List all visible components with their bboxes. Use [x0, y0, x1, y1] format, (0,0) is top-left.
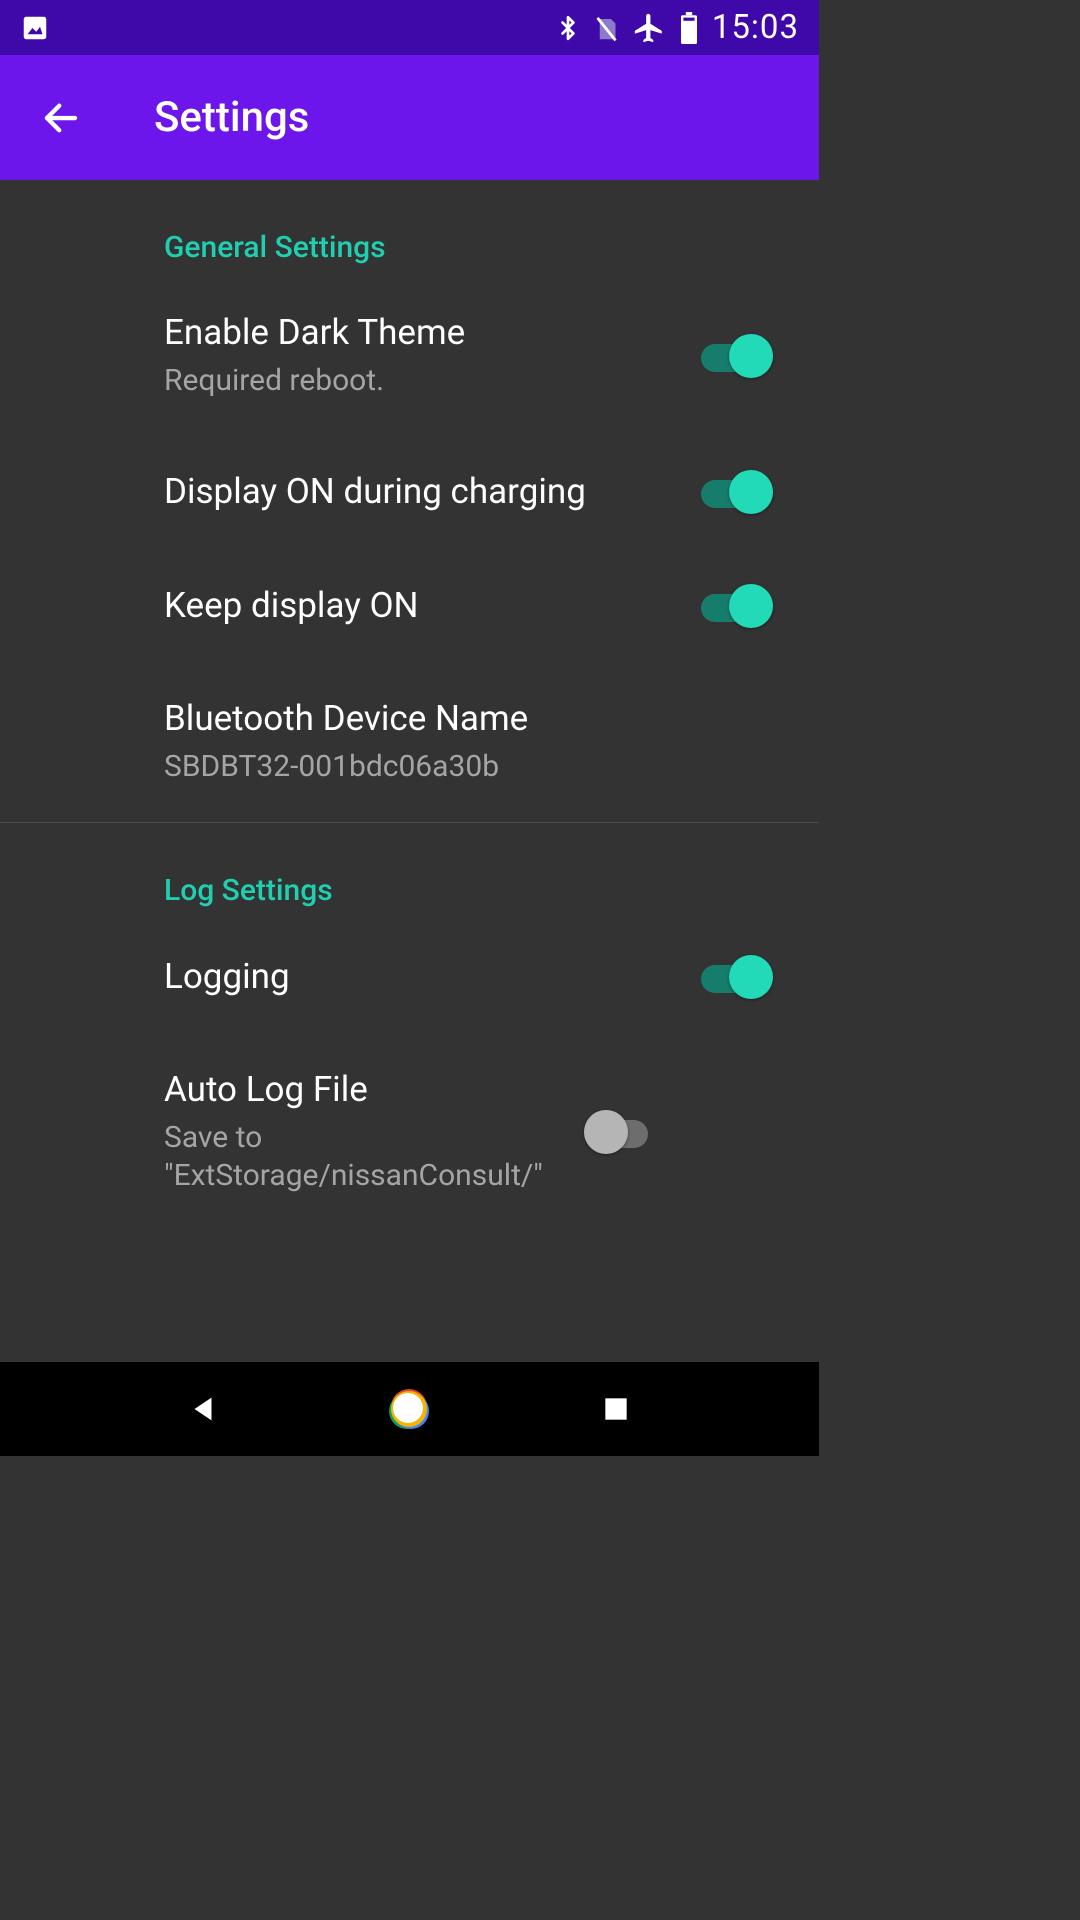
- android-status-bar: 15:03: [0, 0, 819, 55]
- app-bar: Settings: [0, 55, 819, 180]
- no-sim-icon: [593, 12, 620, 44]
- row-title: Bluetooth Device Name: [164, 698, 773, 740]
- toggle-thumb: [584, 1110, 628, 1154]
- toggle-auto-log-file[interactable]: [584, 1110, 656, 1154]
- row-text: Bluetooth Device Name SBDBT32-001bdc06a3…: [164, 698, 773, 786]
- row-title: Auto Log File: [164, 1069, 584, 1111]
- section-header-log: Log Settings: [0, 873, 819, 920]
- row-text: Auto Log File Save to "ExtStorage/nissan…: [164, 1069, 584, 1196]
- android-nav-bar: [0, 1362, 819, 1456]
- row-title: Enable Dark Theme: [164, 312, 701, 354]
- battery-icon: [678, 12, 700, 44]
- row-keep-display-on[interactable]: Keep display ON: [0, 549, 819, 663]
- toggle-logging[interactable]: [701, 955, 773, 999]
- row-logging[interactable]: Logging: [0, 920, 819, 1034]
- arrow-left-icon: [40, 97, 82, 139]
- row-title: Display ON during charging: [164, 471, 701, 513]
- settings-content: General Settings Enable Dark Theme Requi…: [0, 180, 819, 1362]
- home-icon: [389, 1389, 429, 1429]
- nav-recents-button[interactable]: [576, 1369, 656, 1449]
- page-title: Settings: [154, 93, 309, 142]
- toggle-keep-display-on[interactable]: [701, 584, 773, 628]
- row-title: Keep display ON: [164, 585, 701, 627]
- row-display-on-charging[interactable]: Display ON during charging: [0, 435, 819, 549]
- airplane-mode-icon: [632, 11, 666, 45]
- row-auto-log-file[interactable]: Auto Log File Save to "ExtStorage/nissan…: [0, 1034, 819, 1231]
- status-right-group: 15:03: [555, 8, 799, 47]
- row-subtitle: Save to "ExtStorage/nissanConsult/": [164, 1119, 584, 1196]
- bluetooth-icon: [555, 11, 581, 45]
- back-button[interactable]: [40, 97, 82, 139]
- row-bluetooth-device-name[interactable]: Bluetooth Device Name SBDBT32-001bdc06a3…: [0, 663, 819, 821]
- square-recents-icon: [600, 1393, 632, 1425]
- toggle-dark-theme[interactable]: [701, 334, 773, 378]
- row-title: Logging: [164, 956, 701, 998]
- status-left-group: [20, 13, 50, 43]
- nav-home-button[interactable]: [369, 1369, 449, 1449]
- triangle-back-icon: [186, 1390, 220, 1428]
- row-text: Display ON during charging: [164, 471, 701, 513]
- row-text: Logging: [164, 956, 701, 998]
- toggle-thumb: [729, 334, 773, 378]
- nav-back-button[interactable]: [163, 1369, 243, 1449]
- toggle-thumb: [729, 584, 773, 628]
- row-subtitle: SBDBT32-001bdc06a30b: [164, 748, 773, 786]
- toggle-display-on-charging[interactable]: [701, 470, 773, 514]
- row-text: Enable Dark Theme Required reboot.: [164, 312, 701, 400]
- row-subtitle: Required reboot.: [164, 362, 701, 400]
- row-enable-dark-theme[interactable]: Enable Dark Theme Required reboot.: [0, 277, 819, 435]
- section-log-settings: Log Settings Logging Auto Log File Save …: [0, 823, 819, 1231]
- toggle-thumb: [729, 955, 773, 999]
- status-clock: 15:03: [712, 8, 799, 47]
- section-general-settings: General Settings Enable Dark Theme Requi…: [0, 180, 819, 822]
- row-text: Keep display ON: [164, 585, 701, 627]
- section-header-general: General Settings: [0, 230, 819, 277]
- screenshot-icon: [20, 13, 50, 43]
- toggle-thumb: [729, 470, 773, 514]
